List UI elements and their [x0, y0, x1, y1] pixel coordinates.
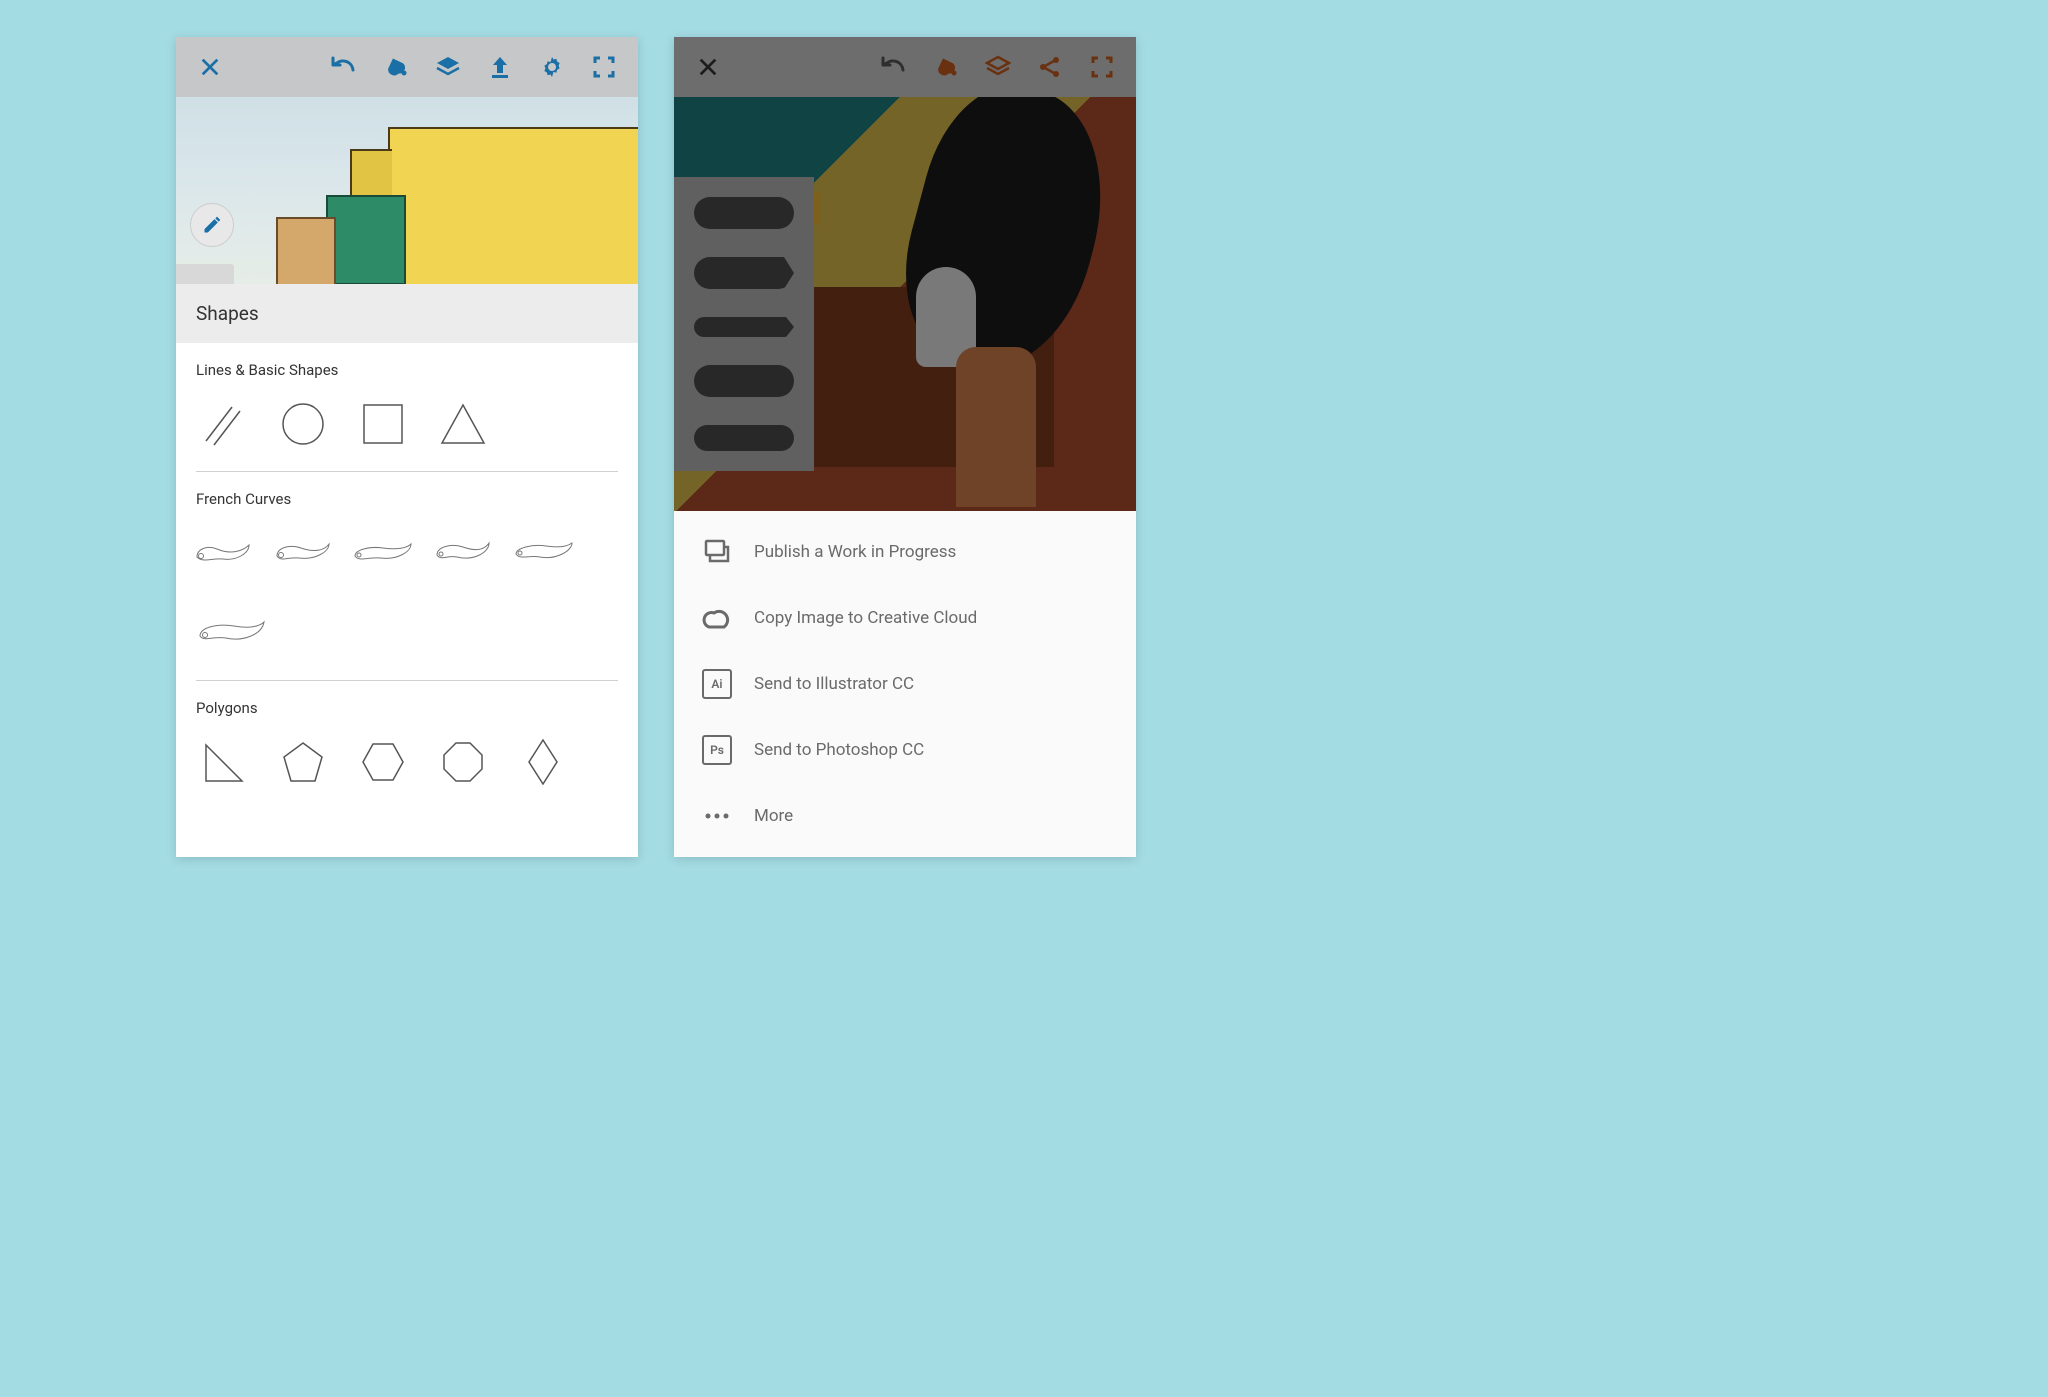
- brush-pointed[interactable]: [694, 257, 794, 289]
- fullscreen-icon[interactable]: [582, 45, 626, 89]
- shape-pentagon[interactable]: [276, 735, 330, 789]
- fullscreen-icon[interactable]: [1080, 45, 1124, 89]
- brush-round[interactable]: [694, 197, 794, 229]
- shapes-row-basic: [196, 397, 618, 451]
- publish-icon: [702, 537, 732, 567]
- canvas-artwork: [674, 37, 1136, 527]
- brush-flat[interactable]: [694, 365, 794, 397]
- close-icon[interactable]: [188, 45, 232, 89]
- share-item-label: Send to Photoshop CC: [754, 740, 924, 760]
- fill-icon[interactable]: [374, 45, 418, 89]
- more-icon: [702, 801, 732, 831]
- brush-medium[interactable]: [694, 425, 794, 451]
- share-item-more[interactable]: More: [674, 783, 1136, 849]
- upload-icon[interactable]: [478, 45, 522, 89]
- shape-square[interactable]: [356, 397, 410, 451]
- share-icon[interactable]: [1028, 45, 1072, 89]
- toolbar: [176, 37, 638, 97]
- brush-panel: [674, 177, 814, 471]
- shape-octagon[interactable]: [436, 735, 490, 789]
- shape-french-curve-5[interactable]: [516, 526, 570, 580]
- shape-triangle[interactable]: [436, 397, 490, 451]
- shape-right-triangle[interactable]: [196, 735, 250, 789]
- layers-icon[interactable]: [426, 45, 470, 89]
- shape-french-curve-6[interactable]: [196, 606, 266, 660]
- shape-french-curve-2[interactable]: [276, 526, 330, 580]
- share-item-creative-cloud[interactable]: Copy Image to Creative Cloud: [674, 585, 1136, 651]
- shapes-panel-body: Lines & Basic Shapes French Curves: [176, 343, 638, 789]
- fill-icon[interactable]: [924, 45, 968, 89]
- layers-icon[interactable]: [976, 45, 1020, 89]
- shape-parallel-lines[interactable]: [196, 397, 250, 451]
- toolbar: [674, 37, 1136, 97]
- shapes-row-polygons: [196, 735, 618, 789]
- share-menu: Publish a Work in Progress Copy Image to…: [674, 511, 1136, 857]
- share-item-label: Send to Illustrator CC: [754, 674, 914, 694]
- share-item-photoshop[interactable]: Ps Send to Photoshop CC: [674, 717, 1136, 783]
- divider: [196, 471, 618, 472]
- illustrator-icon: Ai: [702, 669, 732, 699]
- section-title-basic: Lines & Basic Shapes: [196, 361, 618, 379]
- share-item-label: Copy Image to Creative Cloud: [754, 608, 977, 628]
- shape-rhombus[interactable]: [516, 735, 570, 789]
- share-item-publish[interactable]: Publish a Work in Progress: [674, 519, 1136, 585]
- share-item-illustrator[interactable]: Ai Send to Illustrator CC: [674, 651, 1136, 717]
- shapes-row-curves: [196, 526, 618, 660]
- shape-hexagon[interactable]: [356, 735, 410, 789]
- settings-icon[interactable]: [530, 45, 574, 89]
- canvas-preview: [176, 97, 638, 284]
- shape-french-curve-1[interactable]: [196, 526, 250, 580]
- divider: [196, 680, 618, 681]
- phone-share-menu: Publish a Work in Progress Copy Image to…: [674, 37, 1136, 857]
- share-item-label: More: [754, 806, 793, 826]
- section-title-curves: French Curves: [196, 490, 618, 508]
- pencil-fab-button[interactable]: [190, 203, 234, 247]
- undo-icon[interactable]: [872, 45, 916, 89]
- shape-french-curve-4[interactable]: [436, 526, 490, 580]
- creative-cloud-icon: [702, 603, 732, 633]
- shape-french-curve-3[interactable]: [356, 526, 410, 580]
- phone-shapes-panel: Shapes Lines & Basic Shapes French Curve…: [176, 37, 638, 857]
- close-icon[interactable]: [686, 45, 730, 89]
- panel-title: Shapes: [176, 284, 638, 343]
- undo-icon[interactable]: [322, 45, 366, 89]
- brush-thin[interactable]: [694, 317, 794, 337]
- share-item-label: Publish a Work in Progress: [754, 542, 956, 562]
- photoshop-icon: Ps: [702, 735, 732, 765]
- shape-circle[interactable]: [276, 397, 330, 451]
- section-title-polygons: Polygons: [196, 699, 618, 717]
